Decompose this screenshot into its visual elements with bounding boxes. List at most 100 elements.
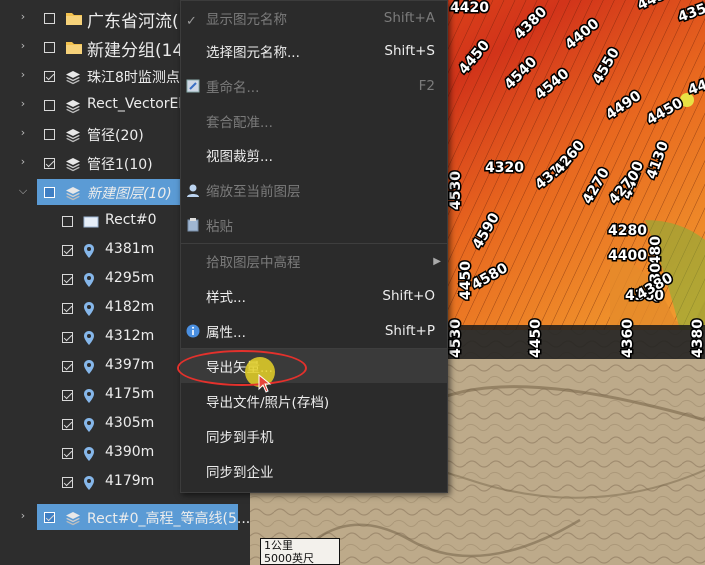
menu-item-shortcut: Shift+P	[384, 323, 435, 339]
menu-item-shortcut: F2	[418, 78, 435, 94]
contour-label: 4280	[608, 223, 647, 239]
menu-item-label: 属性...	[206, 325, 246, 341]
contour-label: 4530	[448, 171, 464, 210]
visibility-checkbox[interactable]	[44, 100, 55, 111]
visibility-checkbox[interactable]	[44, 42, 55, 53]
menu-item-label: 同步到企业	[206, 465, 274, 481]
chevron-down-icon[interactable]: ⌵	[18, 185, 28, 196]
tree-item-label: 新建图层(10)	[87, 186, 172, 202]
menu-item[interactable]: 样式... Shift+O	[181, 279, 447, 313]
menu-item-label: 拾取图层中高程	[206, 255, 301, 271]
info-icon	[186, 323, 201, 338]
tree-item-label: 管径(20)	[87, 128, 144, 144]
menu-item-label: 重命名...	[206, 80, 260, 96]
menu-item-label: 显示图元名称	[206, 12, 287, 28]
contour-label: 4320	[485, 160, 524, 176]
layers-icon	[65, 98, 80, 114]
visibility-checkbox[interactable]	[62, 303, 73, 314]
contour-label: 4530	[448, 319, 464, 358]
tree-item-label: 珠江8时监测点位	[87, 70, 194, 86]
location-pin-icon	[83, 330, 97, 345]
menu-item[interactable]: 导出文件/照片(存档)	[181, 384, 447, 418]
visibility-checkbox[interactable]	[44, 71, 55, 82]
location-pin-icon	[83, 446, 97, 461]
folder-icon	[65, 10, 82, 25]
visibility-checkbox[interactable]	[62, 332, 73, 343]
layers-icon	[65, 127, 80, 143]
layers-icon	[65, 510, 80, 526]
menu-item[interactable]: 选择图元名称... Shift+S	[181, 34, 447, 68]
menu-item[interactable]: 同步到手机	[181, 419, 447, 453]
contour-label: 4450	[528, 319, 544, 358]
chevron-right-icon[interactable]: ›	[18, 510, 28, 521]
contour-label: 4400	[608, 248, 647, 264]
tree-item-label: 4179m	[105, 473, 155, 489]
menu-separator	[181, 348, 447, 349]
layers-icon	[65, 69, 80, 85]
location-pin-icon	[83, 475, 97, 490]
visibility-checkbox[interactable]	[44, 187, 55, 198]
annotation-circle	[177, 350, 307, 386]
chevron-right-icon[interactable]: ›	[18, 40, 28, 51]
location-pin-icon	[83, 243, 97, 258]
menu-item-label: 套合配准...	[206, 115, 273, 131]
tree-item-label: 4295m	[105, 270, 155, 286]
context-menu: ✓ 显示图元名称 Shift+A 选择图元名称... Shift+S 重命名... F2 套合…	[180, 0, 448, 493]
contour-label: 4380	[690, 319, 705, 358]
visibility-checkbox[interactable]	[44, 13, 55, 24]
visibility-checkbox[interactable]	[62, 274, 73, 285]
menu-item[interactable]: ✓ 显示图元名称 Shift+A	[181, 1, 447, 35]
menu-item[interactable]: 同步到企业	[181, 454, 447, 488]
menu-item[interactable]: 拾取图层中高程 ▶	[181, 244, 447, 278]
scale-distance: 1公里	[264, 539, 293, 552]
menu-item-shortcut: Shift+O	[382, 288, 435, 304]
menu-item[interactable]: 属性... Shift+P	[181, 314, 447, 348]
tree-item-label: 4175m	[105, 386, 155, 402]
menu-item[interactable]: 粘贴	[181, 208, 447, 242]
location-pin-icon	[83, 359, 97, 374]
mouse-cursor-icon	[258, 374, 272, 393]
scale-bar: 1公里 5000英尺	[260, 538, 340, 565]
menu-item[interactable]: 套合配准...	[181, 104, 447, 138]
location-pin-icon	[83, 272, 97, 287]
tree-item-label: Rect#0	[105, 212, 157, 228]
visibility-checkbox[interactable]	[62, 245, 73, 256]
visibility-checkbox[interactable]	[62, 216, 73, 227]
chevron-right-icon[interactable]: ›	[18, 156, 28, 167]
chevron-right-icon[interactable]: ›	[18, 11, 28, 22]
tree-item-label: Rect#0_高程_等高线(5...	[87, 511, 251, 527]
visibility-checkbox[interactable]	[44, 512, 55, 523]
chevron-right-icon[interactable]: ›	[18, 69, 28, 80]
menu-item-shortcut: Shift+A	[383, 10, 435, 26]
submenu-arrow-icon: ▶	[433, 255, 441, 267]
paste-icon	[186, 217, 201, 232]
visibility-checkbox[interactable]	[62, 361, 73, 372]
location-pin-icon	[83, 301, 97, 316]
menu-item-label: 选择图元名称...	[206, 45, 300, 61]
chevron-right-icon[interactable]: ›	[18, 127, 28, 138]
zoom-layer-icon	[186, 182, 201, 197]
tree-item-label: 新建分组(14	[87, 41, 184, 61]
layers-icon	[65, 156, 80, 172]
visibility-checkbox[interactable]	[44, 129, 55, 140]
tree-item-label: 4312m	[105, 328, 155, 344]
visibility-checkbox[interactable]	[62, 419, 73, 430]
visibility-checkbox[interactable]	[62, 448, 73, 459]
scale-ratio: 5000英尺	[264, 552, 314, 565]
visibility-checkbox[interactable]	[62, 477, 73, 488]
menu-item[interactable]: 重命名... F2	[181, 69, 447, 103]
location-pin-icon	[83, 417, 97, 432]
menu-item[interactable]: 缩放至当前图层	[181, 173, 447, 207]
folder-icon	[65, 39, 82, 54]
menu-item[interactable]: 视图裁剪...	[181, 138, 447, 172]
chevron-right-icon[interactable]: ›	[18, 98, 28, 109]
tree-layer-item[interactable]: › Rect#0_高程_等高线(5...	[0, 502, 250, 531]
menu-item-label: 粘贴	[206, 219, 233, 235]
tree-item-label: 4381m	[105, 241, 155, 257]
location-pin-icon	[83, 388, 97, 403]
rename-icon	[186, 78, 201, 93]
visibility-checkbox[interactable]	[62, 390, 73, 401]
tree-item-label: 4182m	[105, 299, 155, 315]
contour-label: 4420	[450, 0, 489, 16]
visibility-checkbox[interactable]	[44, 158, 55, 169]
